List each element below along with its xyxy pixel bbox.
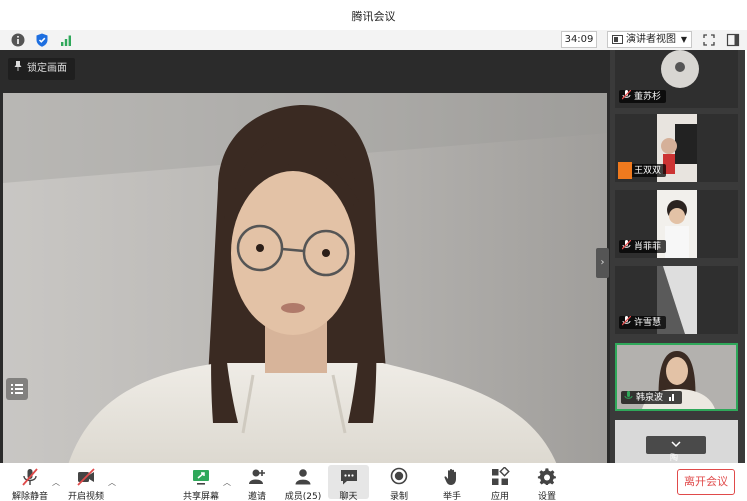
mic-muted-icon: [622, 90, 631, 100]
main-stage: 锁定画面: [0, 50, 610, 483]
record-label: 录制: [389, 492, 408, 501]
info-icon[interactable]: [10, 32, 26, 48]
bottom-toolbar: 解除静音 ︿ 开启视频 ︿ 共享屏幕 ︿ 邀请 成员(25) 聊天 录制 举手 …: [0, 463, 747, 501]
invite-button[interactable]: 邀请: [240, 465, 274, 501]
share-screen-button[interactable]: 共享屏幕: [180, 465, 222, 501]
chevron-down-icon: [671, 441, 681, 448]
fullscreen-icon[interactable]: [701, 32, 717, 48]
collapse-strip-button[interactable]: ›: [596, 248, 609, 278]
chevron-up-icon[interactable]: ︿: [223, 477, 231, 488]
top-toolbar: 34:09 演讲者视图 ▼: [0, 30, 747, 50]
layout-icon[interactable]: [725, 32, 741, 48]
raise-hand-label: 举手: [442, 492, 461, 501]
members-label: 成员(25): [284, 492, 322, 501]
speaker-view-icon: [612, 35, 623, 44]
mic-muted-icon: [622, 316, 631, 326]
signal-icon[interactable]: [58, 32, 74, 48]
members-icon: [295, 469, 311, 485]
apps-icon: [492, 467, 510, 485]
chevron-up-icon[interactable]: ︿: [52, 477, 60, 488]
share-screen-icon: [193, 470, 209, 485]
lock-view-label: 锁定画面: [27, 63, 67, 74]
pin-icon: [14, 58, 22, 80]
settings-label: 设置: [537, 492, 556, 501]
meeting-window: 腾讯会议 34:09 演讲者视图 ▼ 锁定画面 › 董苏杉 王双双 肖菲菲 许雪…: [0, 0, 747, 501]
view-mode-select[interactable]: 演讲者视图 ▼: [607, 31, 692, 48]
host-badge-icon: [618, 162, 632, 179]
record-button[interactable]: 录制: [382, 465, 416, 501]
mic-active-icon: [624, 391, 633, 399]
share-screen-label: 共享屏幕: [182, 492, 219, 501]
lock-view-button[interactable]: 锁定画面: [8, 58, 75, 80]
participant-name: 董苏杉: [634, 92, 662, 102]
participant-tile[interactable]: 董苏杉: [615, 50, 738, 108]
title-bar: 腾讯会议: [0, 0, 747, 30]
participant-name-tag: 韩泉波: [621, 391, 682, 404]
signal-icon: [668, 394, 674, 401]
participant-tile[interactable]: 韩泉波: [615, 343, 738, 411]
unmute-button[interactable]: 解除静音: [8, 465, 52, 501]
window-title: 腾讯会议: [351, 10, 396, 23]
members-button[interactable]: 成员(25): [283, 465, 323, 501]
gear-icon: [537, 468, 556, 485]
chevron-right-icon: ›: [600, 257, 605, 268]
participant-name: 韩泉波: [636, 393, 664, 403]
apps-label: 应用: [490, 492, 509, 501]
participant-name-partial: 陶: [670, 453, 678, 462]
speaker-video: [3, 93, 607, 483]
unmute-label: 解除静音: [11, 492, 48, 501]
participant-tile[interactable]: 肖菲菲: [615, 190, 738, 258]
mic-muted-icon: [622, 240, 631, 250]
hand-icon: [444, 469, 456, 485]
participant-name: 许雪慧: [634, 318, 662, 328]
list-icon[interactable]: [6, 378, 28, 400]
view-mode-label: 演讲者视图: [626, 34, 676, 45]
start-video-button[interactable]: 开启视频: [64, 465, 108, 501]
participant-avatar: [661, 50, 699, 88]
participant-tile[interactable]: 王双双: [615, 114, 738, 182]
settings-button[interactable]: 设置: [530, 465, 564, 501]
participant-name: 王双双: [634, 166, 662, 176]
meeting-timer: 34:09: [561, 31, 597, 48]
add-user-icon: [249, 469, 265, 484]
chevron-down-icon: ▼: [680, 35, 687, 44]
chat-label: 聊天: [339, 492, 358, 501]
leave-meeting-button[interactable]: 离开会议: [677, 469, 735, 495]
participant-name-tag: 许雪慧: [619, 316, 667, 329]
invite-label: 邀请: [247, 492, 266, 501]
chat-button[interactable]: 聊天: [328, 465, 369, 501]
start-video-label: 开启视频: [67, 492, 104, 501]
participant-name-tag: 董苏杉: [619, 90, 667, 103]
participant-name: 肖菲菲: [634, 242, 662, 252]
chevron-up-icon[interactable]: ︿: [108, 477, 116, 488]
participant-name-tag: 肖菲菲: [619, 240, 667, 253]
apps-button[interactable]: 应用: [483, 465, 517, 501]
mic-muted-icon: [22, 468, 38, 486]
record-icon: [390, 467, 408, 485]
camera-off-icon: [77, 468, 95, 486]
shield-icon[interactable]: [34, 32, 50, 48]
speaker-video-frame: [3, 93, 607, 483]
chat-icon: [340, 470, 357, 485]
raise-hand-button[interactable]: 举手: [435, 465, 469, 501]
participant-strip: 董苏杉 王双双 肖菲菲 许雪慧 韩泉波: [610, 50, 745, 463]
participant-tile[interactable]: 许雪慧: [615, 266, 738, 334]
